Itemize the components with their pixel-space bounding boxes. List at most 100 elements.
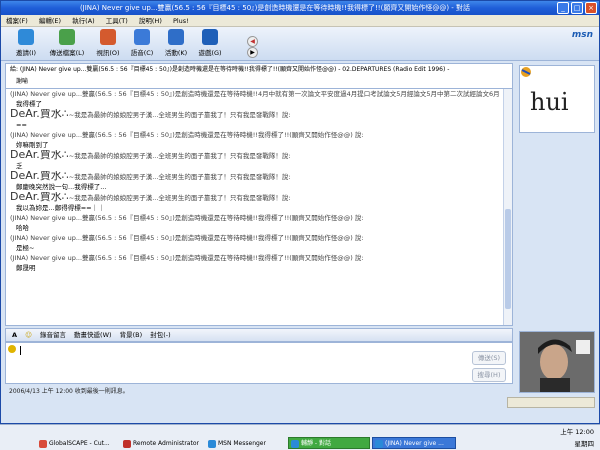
games-button[interactable]: 遊戲(G) — [193, 29, 227, 59]
task-label: MSN Messenger — [218, 440, 266, 447]
message-header: (JINA) Never give up...雙贏(56.5 : 56『目標45… — [10, 89, 500, 99]
taskbar-button[interactable]: MSN Messenger — [205, 437, 285, 449]
minimize-button[interactable]: _ — [557, 2, 569, 14]
task-label: GlobalSCAPE - Cut... — [49, 440, 110, 447]
taskbar-button[interactable]: Remote Administrator — [120, 437, 202, 449]
voice-button[interactable]: 語音(C) — [125, 29, 159, 59]
menu-file[interactable]: 檔案(F) — [6, 17, 28, 25]
chat-window: (JINA) Never give up...雙贏(56.5 : 56『目標45… — [0, 0, 600, 424]
message-header: DeAr.賈水∴~我是為最帥的娘娘腔男子漢...全班男生的面子靠我了！只有我是發… — [10, 109, 500, 120]
message-body: 妳嘛剛到了 — [16, 141, 49, 149]
menu-tools[interactable]: 工具(T) — [106, 17, 128, 25]
emoticon-icon — [8, 345, 16, 353]
voice-clip-button[interactable]: 錄音留言 — [40, 331, 66, 339]
task-label: (JINA) Never give ... — [385, 440, 444, 447]
to-line-2: 謝喻 — [16, 78, 29, 85]
status-bar: 2006/4/13 上午 12:00 收到最後一則訊息。 — [9, 388, 129, 395]
window-title: (JINA) Never give up...雙贏(56.5 : 56『目標45… — [79, 4, 471, 12]
message-item: DeAr.賈水∴~我是為最帥的娘娘腔男子漢...全班男生的面子靠我了！只有我是發… — [6, 171, 512, 192]
menu-actions[interactable]: 執行(A) — [72, 17, 95, 25]
back-arrow-icon[interactable]: ◀ — [247, 36, 258, 47]
sender-name: (JINA) Never give up...雙贏(56.5 : 56『目標45… — [10, 131, 364, 139]
activities-icon — [168, 29, 184, 45]
message-body: == — [16, 121, 27, 129]
font-button[interactable]: A — [12, 331, 17, 339]
sender-name: ~我是為最帥的娘娘腔男子漢...全班男生的面子靠我了！只有我是發戰隊！說: — [68, 111, 291, 119]
message-list: (JINA) Never give up...雙贏(56.5 : 56『目標45… — [6, 89, 512, 273]
format-bar: A ☺ 錄音留言 動畫快遞(W) 背景(B) 封包(-) — [5, 328, 513, 342]
menu-plus[interactable]: Plus! — [173, 17, 189, 25]
maximize-button[interactable]: □ — [571, 2, 583, 14]
message-input[interactable]: 傳送(S) 搜尋(H) — [5, 342, 513, 384]
title-bar[interactable]: (JINA) Never give up...雙贏(56.5 : 56『目標45… — [1, 1, 599, 15]
taskbar-button[interactable]: GlobalSCAPE - Cut... — [36, 437, 118, 449]
menu-bar: 檔案(F) 編輯(E) 執行(A) 工具(T) 說明(H) Plus! — [1, 15, 599, 27]
message-header: DeAr.賈水∴~我是為最帥的娘娘腔男子漢...全班男生的面子靠我了！只有我是發… — [10, 171, 500, 182]
contact-avatar[interactable]: hui — [519, 65, 595, 133]
sender-name: ~我是為最帥的娘娘腔男子漢...全班男生的面子靠我了！只有我是發戰隊！說: — [68, 152, 291, 160]
invite-icon — [18, 29, 34, 45]
message-body: 乏 — [16, 162, 23, 170]
message-body: 是極~ — [16, 244, 35, 252]
search-button[interactable]: 搜尋(H) — [472, 368, 506, 382]
sender-name: ~我是為最帥的娘娘腔男子漢...全班男生的面子靠我了！只有我是發戰隊！說: — [68, 173, 291, 181]
background-button[interactable]: 背景(B) — [120, 331, 143, 339]
task-icon — [291, 440, 299, 448]
message-header: DeAr.賈水∴~我是為最帥的娘娘腔男子漢...全班男生的面子靠我了！只有我是發… — [10, 192, 500, 203]
message-header: (JINA) Never give up...雙贏(56.5 : 56『目標45… — [10, 130, 500, 140]
sender-name: (JINA) Never give up...雙贏(56.5 : 56『目標45… — [10, 90, 500, 98]
invite-button[interactable]: 邀請(I) — [9, 29, 43, 59]
message-body: 我以為妳是...鄭得得標==｜｜ — [16, 204, 105, 212]
message-body: 鄭晟明 — [16, 264, 36, 272]
task-icon — [375, 440, 383, 448]
toolbar: 邀請(I) 傳送檔案(L) 視訊(O) 語音(C) 活動(K) 遊戲(G) ◀ … — [1, 27, 599, 61]
message-header: (JINA) Never give up...雙贏(56.5 : 56『目標45… — [10, 253, 500, 263]
close-button[interactable]: × — [585, 2, 597, 14]
to-line: 給: (JINA) Never give up...雙贏(56.5 : 56『目… — [10, 66, 450, 73]
message-body: 哈哈 — [16, 224, 29, 232]
message-item: DeAr.賈水∴~我是為最帥的娘娘腔男子漢...全班男生的面子靠我了！只有我是發… — [6, 192, 512, 213]
menu-help[interactable]: 說明(H) — [139, 17, 162, 25]
message-body: 鄭慶晚突然說一句...我得標了... — [16, 183, 107, 191]
my-avatar[interactable] — [519, 331, 595, 393]
clock-time: 上午 12:00 — [560, 428, 594, 436]
webcam-icon — [100, 29, 116, 45]
message-header: DeAr.賈水∴~我是為最帥的娘娘腔男子漢...全班男生的面子靠我了！只有我是發… — [10, 150, 500, 161]
task-label: 輔靜 - 對話 — [301, 440, 331, 447]
task-label: Remote Administrator — [133, 440, 199, 447]
msn-logo: msn — [571, 30, 593, 40]
avatar-text: hui — [530, 88, 569, 116]
sender-nick: DeAr.賈水∴ — [10, 192, 69, 203]
message-header: (JINA) Never give up...雙贏(56.5 : 56『目標45… — [10, 233, 500, 243]
send-button[interactable]: 傳送(S) — [472, 351, 506, 365]
voice-icon — [134, 29, 150, 45]
clock-day: 星期四 — [574, 440, 595, 448]
sender-nick: DeAr.賈水∴ — [10, 150, 69, 161]
clock[interactable]: 上午 12:00 星期四 — [530, 426, 594, 450]
send-file-icon — [59, 29, 75, 45]
contact-avatar-image: hui — [520, 66, 594, 132]
sender-nick: DeAr.賈水∴ — [10, 109, 69, 120]
sender-name: ~我是為最帥的娘娘腔男子漢...全班男生的面子靠我了！只有我是發戰隊！說: — [68, 194, 291, 202]
task-icon — [39, 440, 47, 448]
send-file-button[interactable]: 傳送檔案(L) — [47, 29, 87, 59]
menu-edit[interactable]: 編輯(E) — [39, 17, 61, 25]
winks-button[interactable]: 動畫快遞(W) — [74, 331, 112, 339]
message-item: DeAr.賈水∴~我是為最帥的娘娘腔男子漢...全班男生的面子靠我了！只有我是發… — [6, 109, 512, 130]
message-item: (JINA) Never give up...雙贏(56.5 : 56『目標45… — [6, 253, 512, 273]
emoticon-button[interactable]: ☺ — [25, 331, 32, 339]
conversation-history[interactable]: (JINA) Never give up...雙贏(56.5 : 56『目標45… — [5, 89, 513, 326]
taskbar-button[interactable]: (JINA) Never give ... — [372, 437, 456, 449]
nav-arrows: ◀ ▶ — [247, 36, 271, 58]
conversation-scrollbar[interactable] — [503, 89, 512, 325]
to-field: 給: (JINA) Never give up...雙贏(56.5 : 56『目… — [5, 63, 513, 89]
scroll-thumb[interactable] — [505, 209, 511, 309]
forward-arrow-icon[interactable]: ▶ — [247, 47, 258, 58]
message-body: 我得標了 — [16, 100, 42, 108]
activities-button[interactable]: 活動(K) — [159, 29, 193, 59]
message-header: (JINA) Never give up...雙贏(56.5 : 56『目標45… — [10, 213, 500, 223]
emoticon-tray[interactable] — [507, 397, 595, 408]
taskbar-button[interactable]: 輔靜 - 對話 — [288, 437, 370, 449]
webcam-button[interactable]: 視訊(O) — [91, 29, 125, 59]
nudge-button[interactable]: 封包(-) — [150, 331, 170, 339]
